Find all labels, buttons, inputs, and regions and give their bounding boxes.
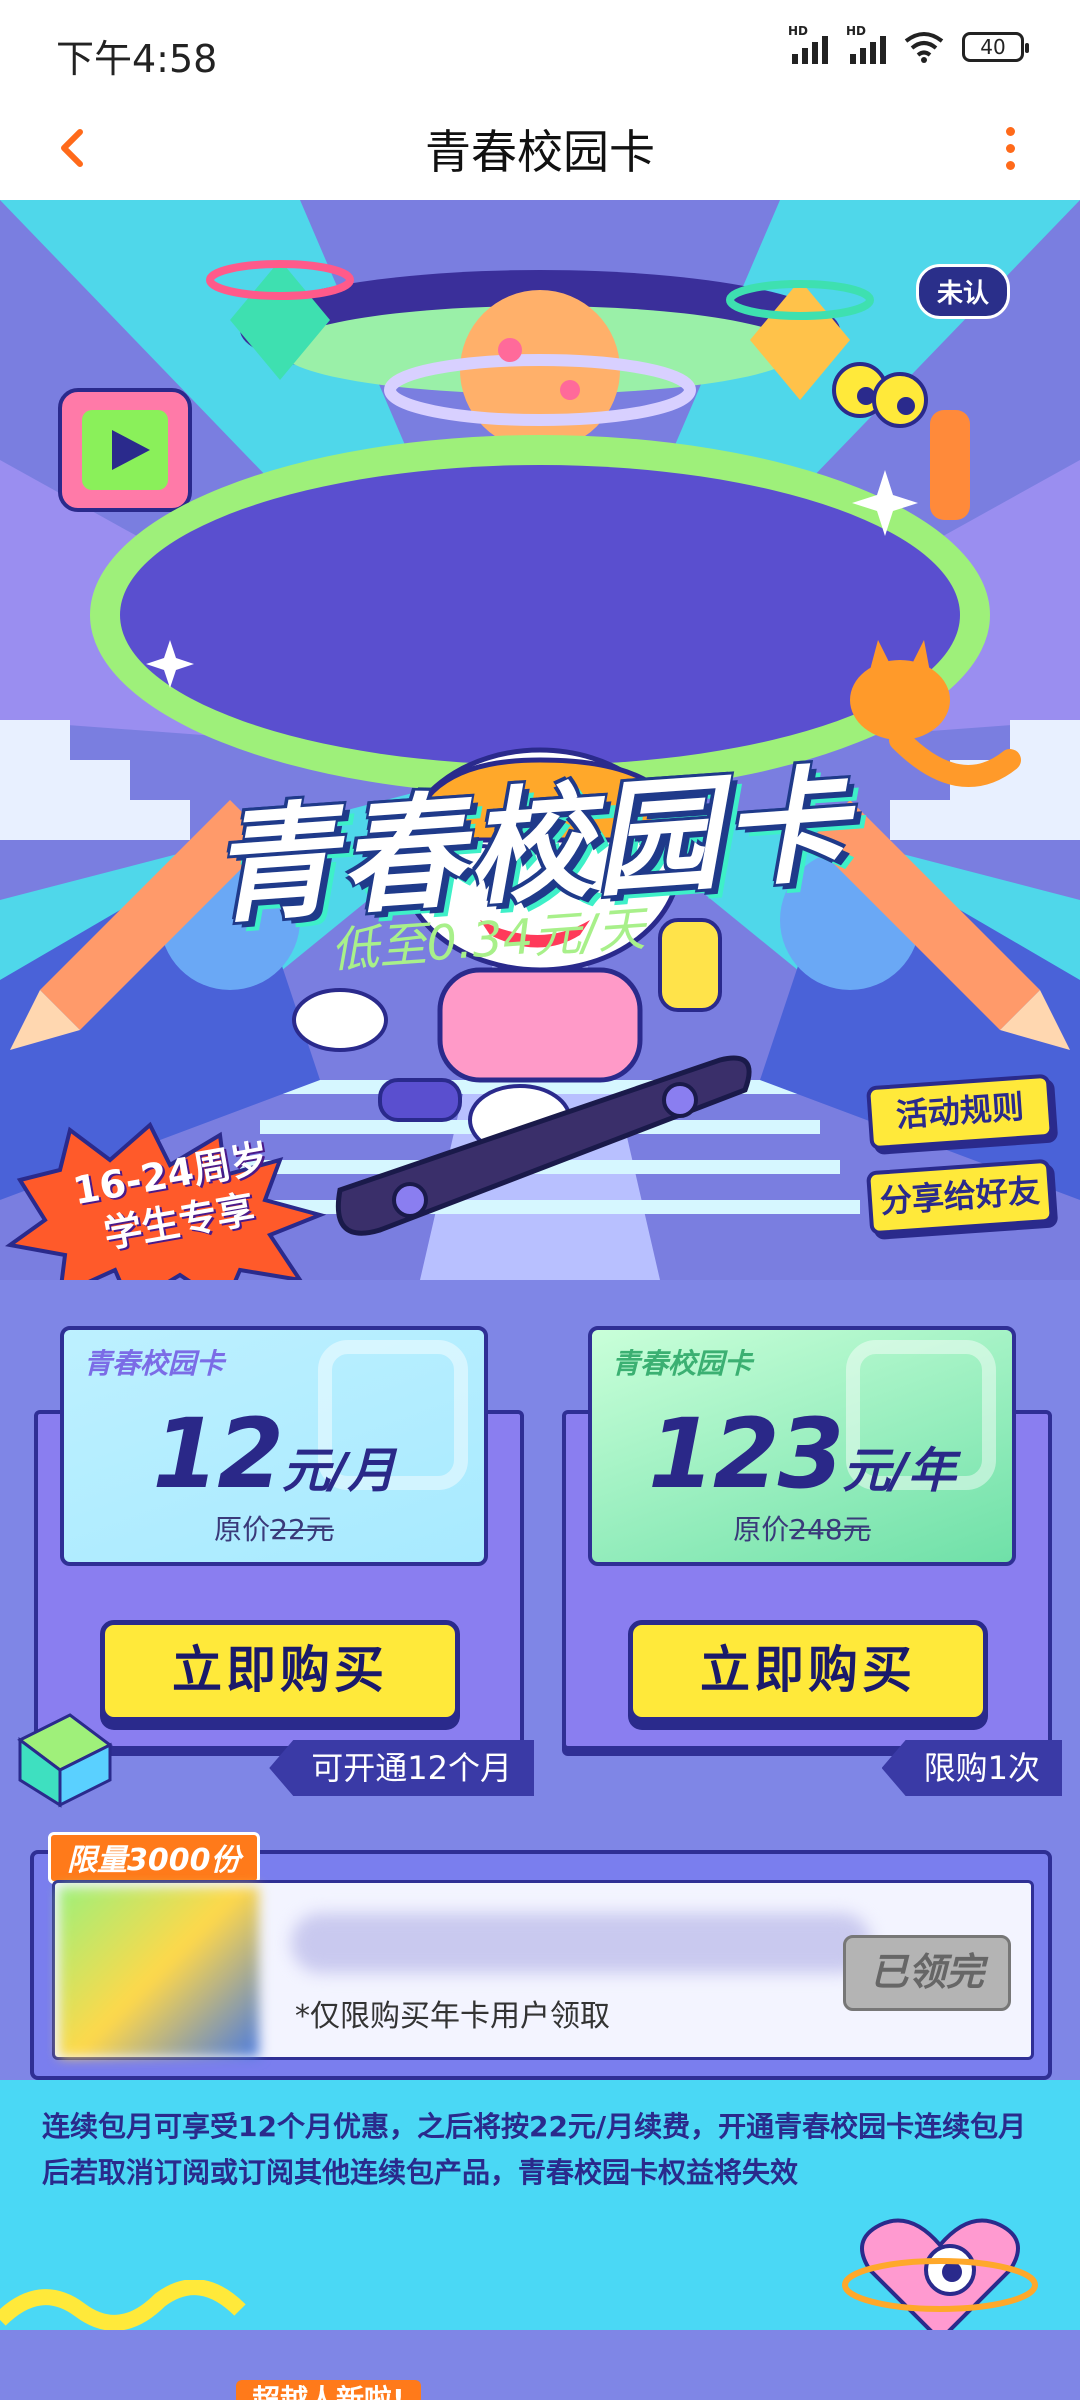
original-price: 原价22元 (64, 1508, 484, 1548)
more-vertical-icon (1005, 126, 1015, 136)
original-price: 原价248元 (592, 1508, 1012, 1548)
plans-section: 青春校园卡 12元/月 原价22元 立即购买 可开通12个月 青春校园卡 123… (0, 1280, 1080, 2080)
limited-quantity-label: 限量3000份 (48, 1832, 260, 1884)
original-price-prefix: 原价 (214, 1513, 271, 1546)
buy-yearly-button[interactable]: 立即购买 (628, 1620, 988, 1722)
status-time: 下午4:58 (56, 37, 218, 81)
share-to-friends-button[interactable]: 分享给好友 (865, 1158, 1055, 1236)
price-value: 123 (648, 1398, 844, 1510)
plan-tag: 青春校园卡 (84, 1347, 225, 1380)
plan-tag: 青春校园卡 (612, 1347, 753, 1380)
heart-planet-icon (842, 2218, 1038, 2343)
network-type-label: HD (788, 24, 809, 38)
coupon-note: *仅限购买年卡用户领取 (295, 1999, 610, 2034)
price-unit: 元/月 (282, 1443, 396, 1499)
signal-icon: HD (846, 24, 886, 64)
plan-card-front: 青春校园卡 123元/年 原价248元 (588, 1326, 1016, 1566)
claimed-button[interactable]: 已领完 (843, 1935, 1011, 2011)
coupon-title-blurred (291, 1913, 871, 1973)
info-section: 连续包月可享受12个月优惠，之后将按22元/月续费，开通青春校园卡连续包月后若取… (0, 2080, 1080, 2400)
cube-icon (17, 1713, 113, 1808)
more-button[interactable] (980, 118, 1040, 178)
price-unit: 元/年 (842, 1443, 956, 1499)
plan-card-yearly: 青春校园卡 123元/年 原价248元 立即购买 限购1次 (562, 1320, 1062, 1796)
wifi-icon (904, 32, 944, 63)
page-title: 青春校园卡 (425, 125, 655, 179)
status-bar: 下午4:58 HD HD 40 (0, 0, 1080, 96)
bottom-banner (0, 2330, 1080, 2400)
bottom-section-tag: 超越人新啦! (236, 2380, 421, 2400)
original-price-value: 22元 (270, 1513, 334, 1546)
battery-icon: 40 (962, 32, 1029, 62)
app-header: 青春校园卡 (0, 96, 1080, 200)
original-price-value: 248元 (789, 1513, 871, 1546)
hero-banner: 未认 青春校园卡 低至0.34元/天 活动规则 分享给好友 16-24周岁 学生… (0, 200, 1080, 1280)
plan-price: 123元/年 (592, 1398, 1012, 1510)
plan-card-front: 青春校园卡 12元/月 原价22元 (60, 1326, 488, 1566)
network-type-label: HD (846, 24, 867, 38)
original-price-prefix: 原价 (733, 1513, 790, 1546)
coupon-card: *仅限购买年卡用户领取 已领完 (52, 1880, 1034, 2060)
coupon-section: 限量3000份 *仅限购买年卡用户领取 已领完 (30, 1832, 1052, 2080)
status-icons: HD HD 40 (788, 24, 1029, 64)
activity-rules-button[interactable]: 活动规则 (865, 1073, 1055, 1151)
price-value: 12 (152, 1398, 284, 1510)
unverified-badge[interactable]: 未认 (915, 264, 1010, 319)
buy-monthly-button[interactable]: 立即购买 (100, 1620, 460, 1722)
coupon-thumbnail (59, 1887, 259, 2057)
plan-note: 可开通12个月 (269, 1740, 534, 1796)
plan-note: 限购1次 (881, 1740, 1062, 1796)
terms-text: 连续包月可享受12个月优惠，之后将按22元/月续费，开通青春校园卡连续包月后若取… (42, 2110, 1027, 2189)
signal-icon: HD (788, 24, 828, 64)
plan-price: 12元/月 (64, 1398, 484, 1510)
